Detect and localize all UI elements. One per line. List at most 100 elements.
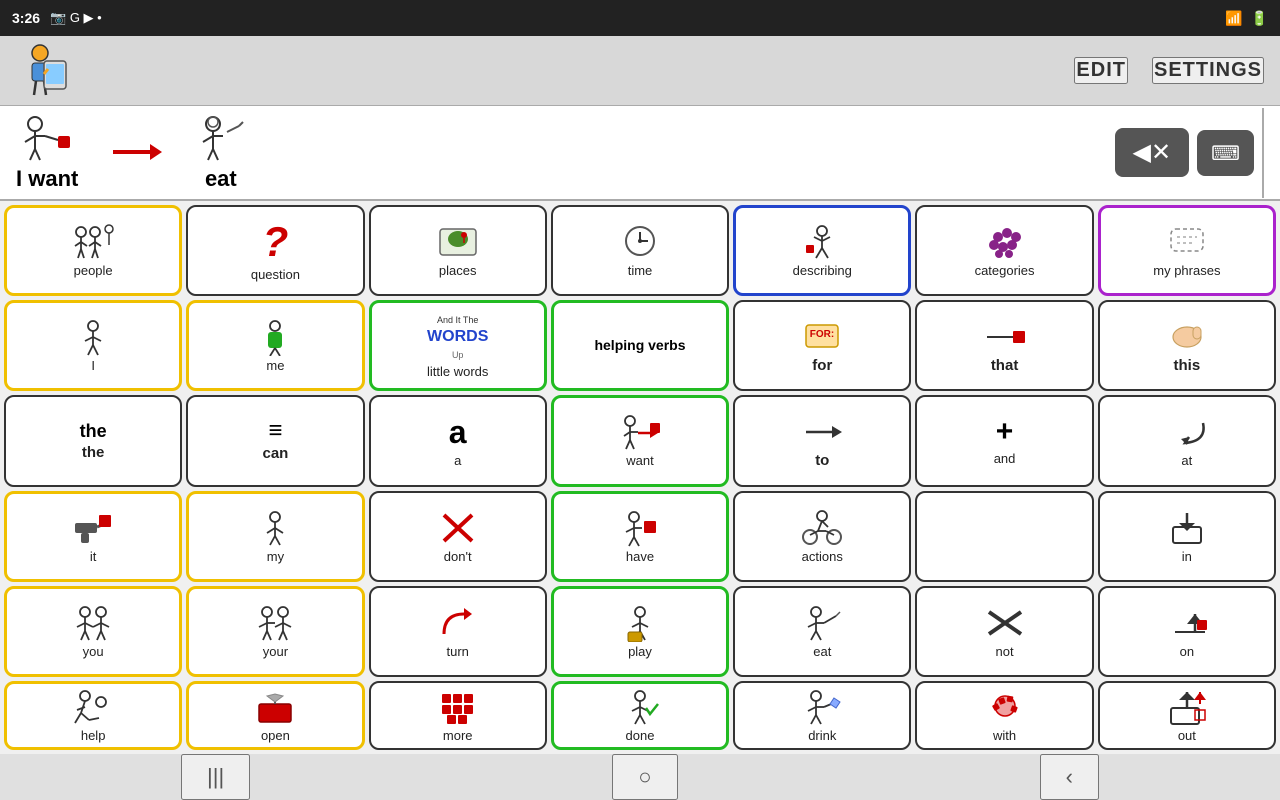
cell-not[interactable]: not — [915, 586, 1093, 677]
cell-can-label: can — [262, 445, 288, 462]
cell-that[interactable]: that — [915, 300, 1093, 391]
battery-icon: 🔋 — [1251, 10, 1268, 27]
cell-you-label: you — [83, 644, 104, 659]
cell-me[interactable]: me — [186, 300, 364, 391]
cell-more[interactable]: more — [369, 681, 547, 750]
recents-icon: ||| — [207, 764, 224, 789]
cell-actions-label: actions — [802, 549, 843, 564]
cell-to[interactable]: to — [733, 395, 911, 486]
keyboard-icon: ⌨ — [1211, 143, 1240, 165]
home-icon: ○ — [638, 764, 651, 789]
delete-icon: ◀✕ — [1133, 138, 1172, 167]
wifi-icon: 📶 — [1225, 10, 1242, 27]
cell-to-label: to — [815, 452, 829, 469]
home-button[interactable]: ○ — [612, 754, 677, 800]
cell-it[interactable]: it — [4, 491, 182, 582]
cell-time[interactable]: time — [551, 205, 729, 296]
cell-people-label: people — [74, 263, 113, 278]
cell-my[interactable]: my — [186, 491, 364, 582]
cell-your[interactable]: your — [186, 586, 364, 677]
cell-more-label: more — [443, 728, 473, 743]
cell-have[interactable]: have — [551, 491, 729, 582]
app-logo — [16, 41, 76, 101]
cell-i[interactable]: I — [4, 300, 182, 391]
cell-out-label: out — [1178, 728, 1196, 743]
delete-button[interactable]: ◀✕ — [1115, 128, 1190, 177]
cell-on-label: on — [1180, 644, 1194, 659]
keyboard-button[interactable]: ⌨ — [1197, 130, 1254, 176]
cell-with[interactable]: with — [915, 681, 1093, 750]
cell-done[interactable]: done — [551, 681, 729, 750]
cell-in[interactable]: in — [1098, 491, 1276, 582]
cell-at-label: at — [1181, 453, 1192, 468]
cell-this[interactable]: this — [1098, 300, 1276, 391]
cell-on[interactable]: on — [1098, 586, 1276, 677]
sentence-word-3[interactable]: eat — [193, 114, 248, 192]
status-icons: 📷 G ▶ • — [50, 10, 102, 26]
nav-bar: ||| ○ ‹ — [0, 754, 1280, 800]
cell-want[interactable]: want — [551, 395, 729, 486]
cell-open[interactable]: open — [186, 681, 364, 750]
cell-play-label: play — [628, 644, 652, 659]
cell-little-words[interactable]: And It The WORDS Up little words — [369, 300, 547, 391]
cell-describing[interactable]: describing — [733, 205, 911, 296]
helping-verbs-icon: helping verbs — [594, 338, 685, 353]
cell-eat[interactable]: eat — [733, 586, 911, 677]
cell-the-label: the — [82, 444, 105, 461]
cell-with-label: with — [993, 728, 1016, 743]
little-words-text: And It The WORDS Up — [427, 313, 488, 362]
and-icon: + — [996, 415, 1014, 449]
cell-turn-label: turn — [447, 644, 469, 659]
cell-eat-label: eat — [813, 644, 831, 659]
cell-at[interactable]: at — [1098, 395, 1276, 486]
cell-little-words-label: little words — [427, 364, 488, 379]
cell-actions[interactable]: actions — [733, 491, 911, 582]
top-bar: EDIT SETTINGS — [0, 36, 1280, 106]
right-status-icons: 📶 🔋 — [1225, 10, 1268, 27]
cell-help[interactable]: help — [4, 681, 182, 750]
status-bar: 3:26 📷 G ▶ • 📶 🔋 — [0, 0, 1280, 36]
edit-button[interactable]: EDIT — [1074, 57, 1128, 84]
cell-this-label: this — [1174, 357, 1201, 374]
cell-i-label: I — [91, 358, 95, 373]
question-icon: ? — [263, 219, 289, 265]
cell-can[interactable]: ≡ can — [186, 395, 364, 486]
cell-open-label: open — [261, 728, 290, 743]
cell-people[interactable]: people — [4, 205, 182, 296]
top-actions: EDIT SETTINGS — [1074, 57, 1264, 84]
can-icon: ≡ — [268, 419, 282, 443]
back-button[interactable]: ‹ — [1040, 754, 1099, 800]
cell-helping-verbs[interactable]: helping verbs — [551, 300, 729, 391]
cell-question[interactable]: ? question — [186, 205, 364, 296]
cell-and[interactable]: + and — [915, 395, 1093, 486]
sentence-text-1: I want — [16, 166, 78, 192]
svg-text:FOR:: FOR: — [810, 329, 834, 340]
cell-turn[interactable]: turn — [369, 586, 547, 677]
cell-your-label: your — [263, 644, 288, 659]
cell-drink[interactable]: drink — [733, 681, 911, 750]
divider — [1262, 108, 1264, 198]
cell-out[interactable]: out — [1098, 681, 1276, 750]
cell-describing-label: describing — [793, 263, 852, 278]
cell-that-label: that — [991, 357, 1019, 374]
cell-dont[interactable]: don't — [369, 491, 547, 582]
sentence-arrow — [108, 127, 163, 179]
cell-a-label: a — [454, 453, 461, 468]
cell-dont-label: don't — [444, 549, 472, 564]
cell-categories[interactable]: categories — [915, 205, 1093, 296]
cell-play[interactable]: play — [551, 586, 729, 677]
cell-my-phrases[interactable]: my phrases — [1098, 205, 1276, 296]
cell-help-label: help — [81, 728, 106, 743]
cell-a[interactable]: a a — [369, 395, 547, 486]
settings-button[interactable]: SETTINGS — [1152, 57, 1264, 84]
cell-and-label: and — [994, 451, 1016, 466]
sentence-bar: I want eat ◀✕ ⌨ — [0, 106, 1280, 201]
cell-places[interactable]: places — [369, 205, 547, 296]
sentence-word-1[interactable]: I want — [16, 114, 78, 192]
cell-drink-label: drink — [808, 728, 836, 743]
cell-for[interactable]: FOR: for — [733, 300, 911, 391]
cell-my-label: my — [267, 549, 284, 564]
cell-the[interactable]: the the — [4, 395, 182, 486]
cell-you[interactable]: you — [4, 586, 182, 677]
recents-button[interactable]: ||| — [181, 754, 250, 800]
